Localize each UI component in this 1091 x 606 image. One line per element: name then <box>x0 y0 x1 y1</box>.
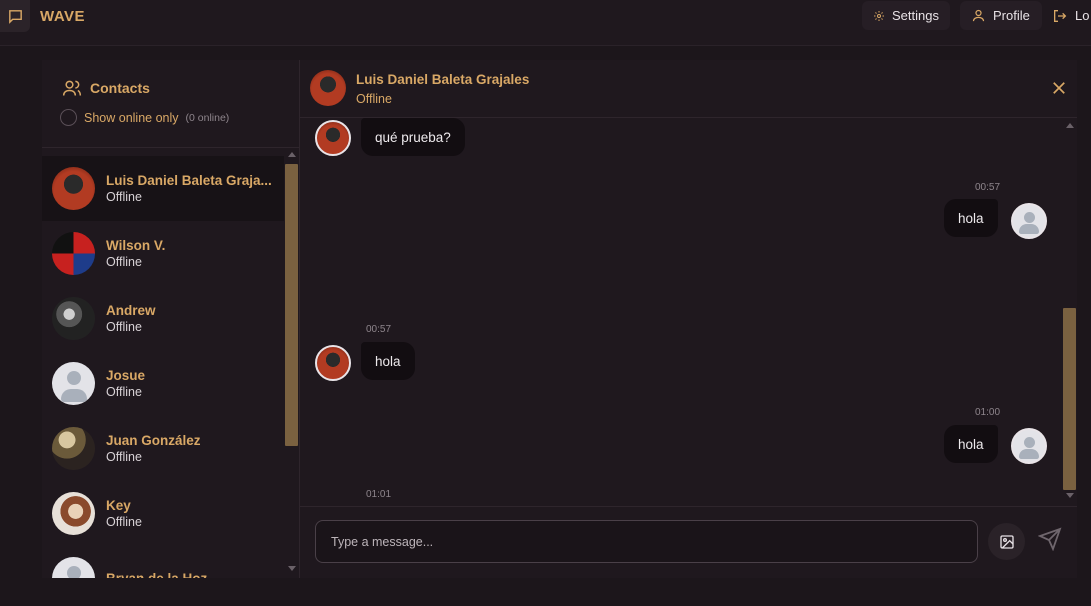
settings-label: Settings <box>892 8 939 23</box>
online-only-label: Show online only <box>84 110 179 125</box>
users-icon <box>62 80 82 96</box>
contact-avatar <box>52 297 95 340</box>
contact-name: Wilson V. <box>106 237 166 253</box>
chat-scroll-down-arrow-icon[interactable] <box>1066 493 1074 498</box>
chat-scroll-up-arrow-icon[interactable] <box>1066 123 1074 128</box>
settings-button[interactable]: Settings <box>862 1 950 30</box>
contact-avatar <box>52 557 95 578</box>
scroll-up-arrow-icon[interactable] <box>288 152 296 157</box>
online-only-toggle[interactable]: Show online only (0 online) <box>60 109 229 126</box>
close-icon[interactable] <box>1050 79 1068 97</box>
contact-name: Luis Daniel Baleta Graja... <box>106 172 272 188</box>
profile-button[interactable]: Profile <box>960 1 1042 30</box>
contact-avatar <box>52 362 95 405</box>
brand-title: WAVE <box>40 8 86 25</box>
scroll-down-arrow-icon[interactable] <box>288 566 296 571</box>
contact-avatar <box>52 427 95 470</box>
online-only-checkbox[interactable] <box>60 109 77 126</box>
contact-name: Andrew <box>106 302 156 318</box>
chat-header: Luis Daniel Baleta Grajales Offline <box>300 60 1077 118</box>
contact-avatar <box>52 492 95 535</box>
contact-item[interactable]: Luis Daniel Baleta Graja... Offline <box>42 156 284 221</box>
message-bubble: qué prueba? <box>361 118 465 156</box>
contact-avatar <box>52 167 95 210</box>
contacts-sidebar: Contacts Show online only (0 online) Lui… <box>42 60 300 578</box>
contact-name: Key <box>106 497 131 513</box>
message-composer <box>300 506 1077 578</box>
message-bubble: hola <box>944 199 998 237</box>
contact-item[interactable]: Josue Offline <box>42 351 284 416</box>
contact-name: Josue <box>106 367 146 383</box>
image-icon <box>999 534 1014 549</box>
contact-item[interactable]: Key Offline <box>42 481 284 546</box>
my-avatar <box>1011 203 1047 239</box>
contact-item[interactable]: Bryan de la Hoz <box>42 546 284 578</box>
chat-contact-status: Offline <box>356 92 392 106</box>
contact-status: Offline <box>106 255 142 270</box>
user-icon <box>972 9 985 22</box>
chat-panel: Luis Daniel Baleta Grajales Offline qué … <box>300 60 1077 578</box>
my-avatar <box>1011 428 1047 464</box>
logout-button[interactable]: Lo <box>1046 1 1091 30</box>
contact-item[interactable]: Andrew Offline <box>42 286 284 351</box>
contacts-scrollbar-thumb[interactable] <box>285 164 298 446</box>
message-list: qué prueba? 00:57 hola 00:57 hola 01:00 … <box>300 118 1062 506</box>
message-bubble: hola <box>944 425 998 463</box>
message-avatar <box>315 345 351 381</box>
message-avatar <box>315 120 351 156</box>
chat-scrollbar-thumb[interactable] <box>1063 308 1076 490</box>
contact-name: Juan González <box>106 432 201 448</box>
contacts-title: Contacts <box>62 78 150 98</box>
message-input[interactable] <box>315 520 978 563</box>
logout-label: Lo <box>1075 8 1090 23</box>
message-bubble: hola <box>361 342 415 380</box>
online-count: (0 online) <box>185 111 230 124</box>
message-time: 00:57 <box>975 182 1001 193</box>
message-time: 00:57 <box>366 324 392 335</box>
contact-avatar <box>52 232 95 275</box>
contact-name: Bryan de la Hoz <box>106 570 207 578</box>
contact-status: Offline <box>106 515 142 530</box>
send-icon[interactable] <box>1038 527 1062 551</box>
message-time: 01:01 <box>366 489 392 500</box>
gear-icon <box>874 10 885 21</box>
contact-status: Offline <box>106 385 142 400</box>
chat-bubble-icon <box>8 9 22 24</box>
message-time: 01:00 <box>975 407 1001 418</box>
attach-image-button[interactable] <box>988 523 1025 560</box>
contact-list: Luis Daniel Baleta Graja... Offline Wils… <box>42 156 284 578</box>
contacts-title-text: Contacts <box>90 80 150 96</box>
chat-logo-button[interactable] <box>0 0 30 32</box>
contact-status: Offline <box>106 450 142 465</box>
contact-status: Offline <box>106 320 142 335</box>
top-bar: WAVE Settings Profile Lo <box>0 0 1091 46</box>
contact-item[interactable]: Wilson V. Offline <box>42 221 284 286</box>
contact-item[interactable]: Juan González Offline <box>42 416 284 481</box>
chat-contact-avatar <box>310 70 346 106</box>
profile-label: Profile <box>993 8 1030 23</box>
chat-contact-name: Luis Daniel Baleta Grajales <box>356 72 530 87</box>
logout-icon <box>1054 9 1067 22</box>
contacts-header: Contacts Show online only (0 online) <box>42 60 300 148</box>
contact-status: Offline <box>106 190 142 205</box>
